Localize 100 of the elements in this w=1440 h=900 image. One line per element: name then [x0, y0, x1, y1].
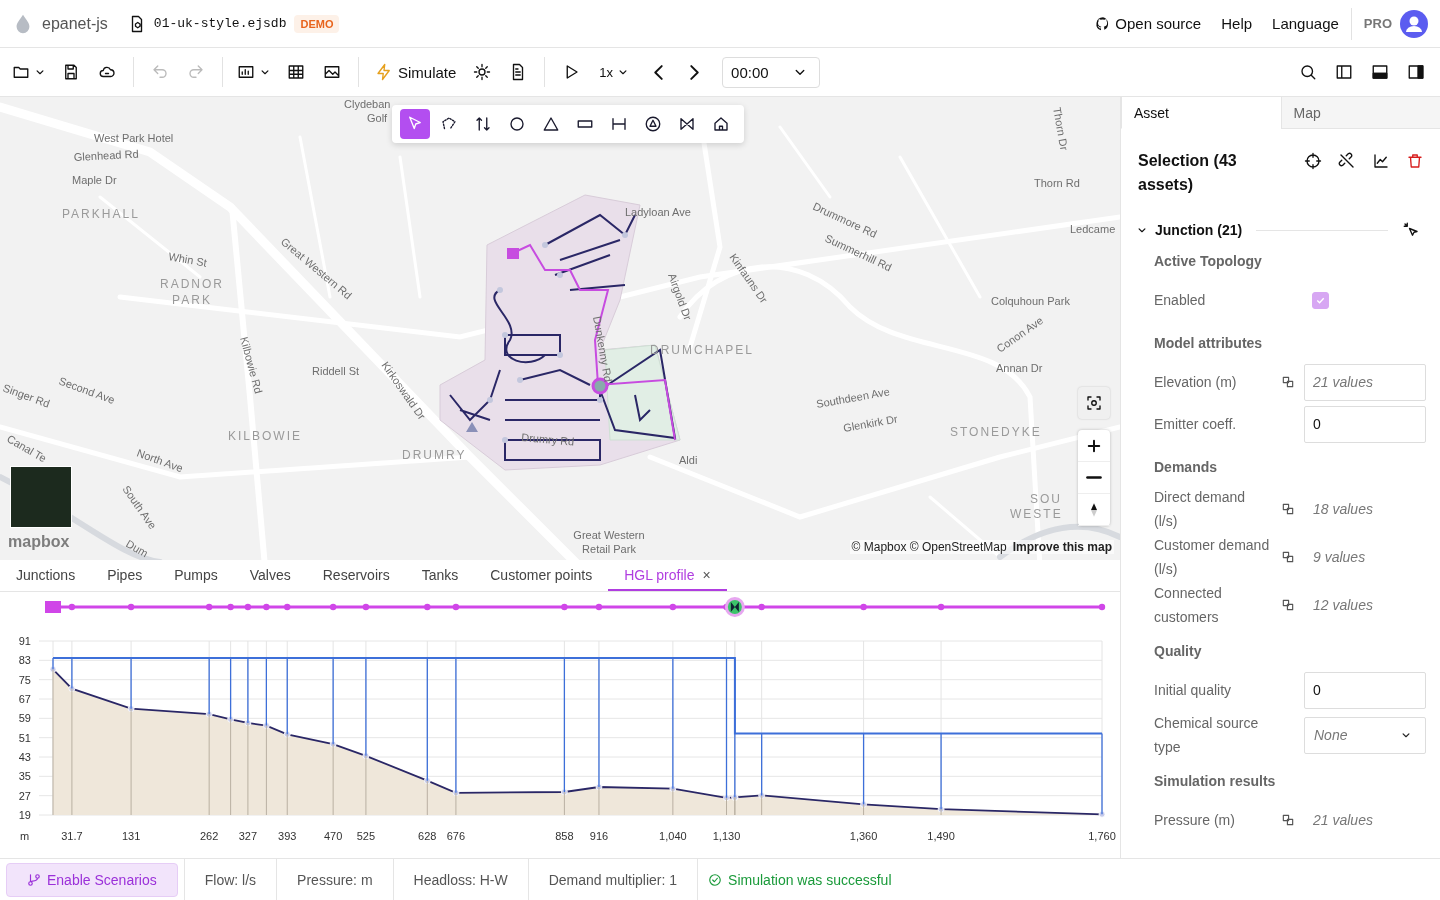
- map-label: Aldi: [679, 454, 698, 466]
- elevation-point: [227, 715, 234, 723]
- x-axis-label: 1,760: [1088, 830, 1116, 842]
- panel-tab[interactable]: Valves: [233, 560, 307, 591]
- copy-icon[interactable]: [1281, 502, 1295, 516]
- y-axis-label: 35: [18, 770, 31, 783]
- panel-tab[interactable]: Tanks: [405, 560, 475, 591]
- panel-tab[interactable]: Pumps: [158, 560, 234, 591]
- search-icon: [1299, 63, 1317, 81]
- elevation-point: [49, 665, 57, 673]
- bottom-panel-icon: [1371, 63, 1389, 81]
- minus-icon: [1086, 476, 1102, 479]
- h-bar-icon: [610, 115, 628, 133]
- crosshair-icon: [1304, 152, 1322, 170]
- map-label: PARK: [172, 293, 212, 307]
- property-label: Enabled: [1154, 291, 1207, 310]
- map-label: Whin St: [167, 250, 208, 269]
- elevation-point: [860, 800, 867, 808]
- status-item[interactable]: Flow: l/s: [183, 858, 277, 900]
- zoom-to-button[interactable]: [1304, 152, 1322, 170]
- undo-icon: [151, 63, 169, 81]
- right-panel-icon: [1407, 63, 1425, 81]
- avatar-icon[interactable]: [1400, 9, 1428, 38]
- panel-tab[interactable]: HGL profile ×: [608, 560, 727, 591]
- value-field[interactable]: 21 values: [1304, 363, 1426, 401]
- x-axis-label: 327: [238, 830, 258, 842]
- circle-triangle-icon: [644, 115, 662, 133]
- group-heading: Simulation results: [1154, 772, 1277, 791]
- copy-icon[interactable]: [1281, 375, 1295, 389]
- panel-tab[interactable]: Pipes: [91, 560, 159, 591]
- map-label: Singer Rd: [1, 381, 52, 410]
- focus-icon: [1085, 394, 1103, 412]
- triangle-icon: [542, 115, 560, 133]
- map-label: DRUMRY: [402, 448, 467, 462]
- map-label: Riddell St: [312, 365, 360, 377]
- branch-icon: [27, 872, 41, 887]
- x-axis-label: 916: [589, 830, 609, 842]
- header-link[interactable]: Language: [1272, 15, 1339, 32]
- map-label: North Ave: [135, 446, 185, 475]
- chevron-left-icon: [653, 64, 663, 80]
- header-link[interactable]: Help: [1221, 15, 1253, 32]
- x-axis-label: 1,360: [849, 830, 878, 842]
- section-title[interactable]: Junction (21): [1155, 222, 1243, 238]
- close-tab-button[interactable]: ×: [702, 566, 711, 583]
- trash-icon: [1406, 152, 1424, 170]
- map-label: Golf: [367, 112, 388, 124]
- attribution-text: © Mapbox © OpenStreetMap: [851, 540, 1007, 554]
- delete-button[interactable]: [1406, 152, 1424, 170]
- house-icon: [712, 115, 730, 133]
- source-type-select[interactable]: None: [1304, 716, 1426, 754]
- map-label: Colquhoun Park: [991, 295, 1070, 307]
- minimap-placeholder[interactable]: [10, 466, 72, 528]
- map-label: PARKHALL: [62, 207, 140, 221]
- enable-scenarios-button[interactable]: Enable Scenarios: [6, 862, 178, 897]
- property-label: Direct demand (l/s): [1154, 488, 1247, 531]
- simulate-button[interactable]: Simulate: [369, 56, 463, 88]
- elevation-point: [595, 783, 603, 791]
- status-item[interactable]: Demand multiplier: 1: [527, 858, 698, 900]
- vertical-arrows-icon: [474, 115, 492, 133]
- map-label: Drumry Rd: [520, 431, 575, 448]
- improve-map-link[interactable]: Improve this map: [1012, 540, 1112, 554]
- enabled-checkbox[interactable]: [1312, 291, 1329, 309]
- value-field[interactable]: 0: [1304, 671, 1426, 709]
- panel-tab[interactable]: Reservoirs: [306, 560, 406, 591]
- disconnect-button[interactable]: [1338, 152, 1356, 170]
- x-axis-label: 262: [200, 830, 219, 842]
- copy-icon[interactable]: [1281, 813, 1295, 827]
- map-label: Dum: [124, 537, 151, 560]
- panel-tab[interactable]: Customer points: [474, 560, 609, 591]
- elevation-point: [561, 788, 568, 796]
- mapbox-logo[interactable]: mapbox: [8, 533, 70, 551]
- mixed-values-text: 9 values: [1312, 549, 1366, 565]
- copy-icon[interactable]: [1281, 598, 1295, 612]
- x-axis-label: 676: [446, 830, 466, 842]
- speed-dropdown[interactable]: 1x: [591, 56, 639, 88]
- elevation-point: [127, 705, 135, 713]
- panel-tab[interactable]: Map: [1280, 97, 1440, 129]
- map-label: Maple Dr: [72, 174, 117, 186]
- map-label: Glenhead Rd: [73, 147, 139, 163]
- y-axis-label: 19: [18, 809, 31, 821]
- line-chart-icon: [1372, 152, 1390, 170]
- selection-title: Selection (43 assets): [1138, 151, 1238, 195]
- save-icon: [62, 63, 80, 81]
- recenter-button[interactable]: [1078, 387, 1110, 419]
- sparkle-cursor-icon[interactable]: [1402, 221, 1420, 239]
- x-axis-label: 628: [418, 830, 437, 842]
- value-field[interactable]: 0: [1304, 405, 1426, 443]
- left-panel-icon: [1335, 63, 1353, 81]
- mixed-values-text: 12 values: [1312, 597, 1373, 613]
- header-link[interactable]: Open source: [1095, 15, 1202, 32]
- map-label: Great Western: [573, 529, 645, 541]
- panel-tab[interactable]: Junctions: [0, 560, 92, 591]
- copy-icon[interactable]: [1281, 550, 1295, 564]
- status-item[interactable]: Headloss: H-W: [392, 858, 528, 900]
- map-label: Glenkirk Dr: [842, 412, 899, 434]
- status-item[interactable]: Pressure: m: [276, 858, 393, 900]
- elevation-point: [283, 730, 291, 738]
- y-axis-label: 51: [18, 731, 31, 744]
- time-select[interactable]: 00:00: [722, 56, 820, 88]
- chart-button[interactable]: [1372, 152, 1390, 170]
